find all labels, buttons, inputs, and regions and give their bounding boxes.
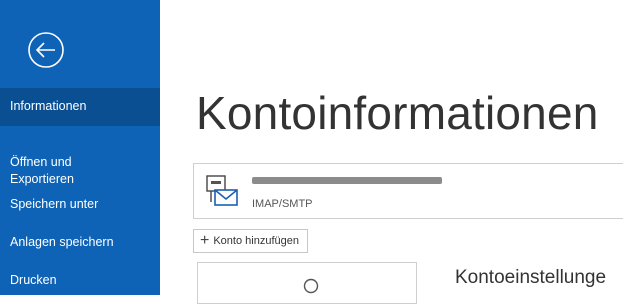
sidebar-item-label: Speichern unter [10, 197, 99, 211]
page-title: Kontoinformationen [196, 87, 599, 139]
main-content: Kontoinformationen IMAP/SMTP + Konto hin… [160, 0, 623, 304]
backstage-sidebar: Informationen Öffnen und Exportieren Spe… [0, 0, 160, 295]
back-button[interactable] [26, 30, 66, 70]
mail-account-icon [206, 175, 238, 206]
search-icon [303, 278, 319, 294]
sidebar-item-oeffnen-exportieren[interactable]: Öffnen und Exportieren [0, 137, 160, 186]
account-email-redacted [252, 177, 442, 184]
account-type: IMAP/SMTP [252, 198, 313, 210]
sidebar-item-label: Drucken [10, 273, 57, 287]
add-account-button[interactable]: + Konto hinzufügen [193, 229, 308, 253]
back-arrow-circle-icon [28, 32, 64, 68]
sidebar-item-label: Öffnen und Exportieren [10, 155, 74, 186]
sidebar-item-informationen[interactable]: Informationen [0, 88, 160, 126]
sidebar-item-label: Anlagen speichern [10, 235, 114, 249]
add-account-label: Konto hinzufügen [213, 235, 299, 247]
account-selector[interactable]: IMAP/SMTP [193, 163, 623, 219]
account-settings-title: Kontoeinstellunge [455, 267, 607, 288]
account-settings-button[interactable] [197, 262, 417, 304]
sidebar-item-speichern-unter[interactable]: Speichern unter [0, 196, 160, 216]
sidebar-item-anlagen-speichern[interactable]: Anlagen speichern [0, 234, 160, 254]
sidebar-item-label: Informationen [10, 99, 87, 113]
sidebar-item-drucken[interactable]: Drucken [0, 272, 160, 292]
plus-icon: + [200, 232, 210, 249]
